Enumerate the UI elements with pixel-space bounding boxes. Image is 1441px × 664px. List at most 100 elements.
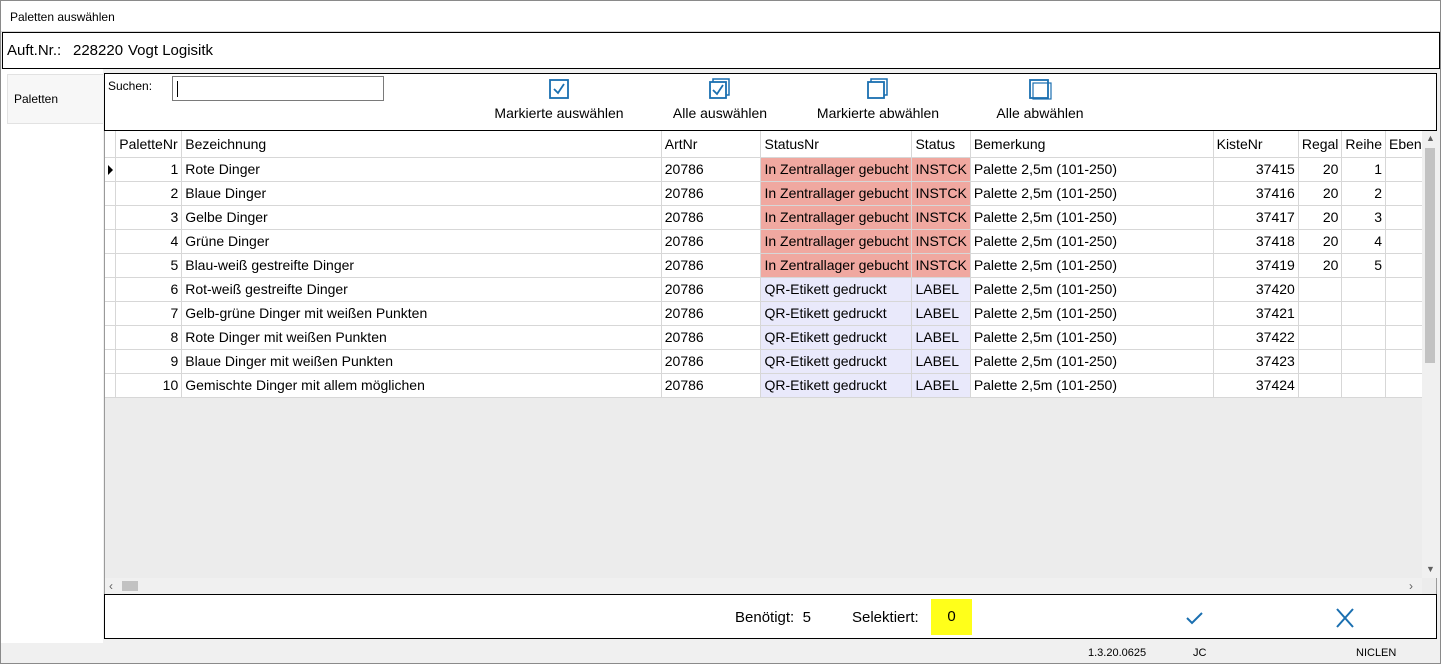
- table-cell[interactable]: [1341, 301, 1387, 326]
- table-cell[interactable]: Palette 2,5m (101-250): [970, 349, 1214, 374]
- row-header[interactable]: [105, 181, 117, 206]
- table-row[interactable]: 2 Blaue Dinger 20786 In Zentrallager gebuch…: [105, 181, 1436, 206]
- column-header[interactable]: Status: [911, 131, 971, 158]
- column-header[interactable]: Reihe: [1341, 131, 1387, 158]
- table-cell[interactable]: 20: [1298, 157, 1343, 182]
- horizontal-scroll-thumb[interactable]: [122, 581, 138, 591]
- tab-paletten[interactable]: Paletten: [7, 74, 103, 124]
- table-cell[interactable]: 20786: [661, 301, 762, 326]
- table-cell[interactable]: In Zentrallager gebucht: [760, 157, 913, 182]
- table-cell[interactable]: QR-Etikett gedruckt: [760, 301, 913, 326]
- table-cell[interactable]: 5: [1341, 253, 1387, 278]
- table-cell[interactable]: 37418: [1213, 229, 1299, 254]
- table-cell[interactable]: 20: [1298, 253, 1343, 278]
- table-cell[interactable]: Gemischte Dinger mit allem möglichen: [181, 373, 662, 398]
- table-cell[interactable]: [1341, 325, 1387, 350]
- deselect-all-button[interactable]: Alle abwählen: [991, 78, 1089, 130]
- table-cell[interactable]: 20786: [661, 277, 762, 302]
- confirm-button[interactable]: [1180, 605, 1210, 631]
- table-cell[interactable]: Palette 2,5m (101-250): [970, 181, 1214, 206]
- table-row[interactable]: 1 Rote Dinger 20786 In Zentrallager gebucht…: [105, 157, 1436, 182]
- table-cell[interactable]: Gelbe Dinger: [181, 205, 662, 230]
- table-cell[interactable]: In Zentrallager gebucht: [760, 181, 913, 206]
- table-cell[interactable]: LABEL: [911, 277, 971, 302]
- row-header[interactable]: [105, 301, 117, 326]
- column-header[interactable]: Regal: [1298, 131, 1343, 158]
- scroll-up-icon[interactable]: ▲: [1426, 133, 1435, 143]
- row-header[interactable]: [105, 157, 117, 182]
- row-header[interactable]: [105, 253, 117, 278]
- mark-deselect-button[interactable]: Markierte abwählen: [811, 78, 945, 130]
- cancel-button[interactable]: [1330, 605, 1360, 631]
- table-cell[interactable]: [1298, 373, 1343, 398]
- table-cell[interactable]: 37420: [1213, 277, 1299, 302]
- table-cell[interactable]: 9: [115, 349, 183, 374]
- mark-select-button[interactable]: Markierte auswählen: [491, 78, 627, 130]
- table-cell[interactable]: [1341, 349, 1387, 374]
- table-cell[interactable]: Gelb-grüne Dinger mit weißen Punkten: [181, 301, 662, 326]
- row-header[interactable]: [105, 373, 117, 398]
- vertical-scroll-thumb[interactable]: [1425, 148, 1435, 363]
- table-cell[interactable]: QR-Etikett gedruckt: [760, 277, 913, 302]
- table-cell[interactable]: 20786: [661, 253, 762, 278]
- table-cell[interactable]: [1298, 301, 1343, 326]
- table-cell[interactable]: 20: [1298, 205, 1343, 230]
- column-header[interactable]: ArtNr: [661, 131, 762, 158]
- table-row[interactable]: 8 Rote Dinger mit weißen Punkten 20786 QR-E…: [105, 325, 1436, 350]
- table-cell[interactable]: QR-Etikett gedruckt: [760, 325, 913, 350]
- column-header[interactable]: Bemerkung: [970, 131, 1214, 158]
- table-cell[interactable]: 20786: [661, 373, 762, 398]
- table-cell[interactable]: INSTCK: [911, 157, 971, 182]
- table-cell[interactable]: Palette 2,5m (101-250): [970, 157, 1214, 182]
- table-cell[interactable]: 20786: [661, 325, 762, 350]
- table-cell[interactable]: 4: [1341, 229, 1387, 254]
- table-cell[interactable]: LABEL: [911, 349, 971, 374]
- table-cell[interactable]: 4: [115, 229, 183, 254]
- scroll-right-icon[interactable]: ›: [1409, 579, 1413, 593]
- table-cell[interactable]: QR-Etikett gedruckt: [760, 349, 913, 374]
- table-cell[interactable]: 20786: [661, 157, 762, 182]
- table-row[interactable]: 10 Gemischte Dinger mit allem möglichen 20…: [105, 373, 1436, 398]
- table-cell[interactable]: 37424: [1213, 373, 1299, 398]
- table-cell[interactable]: Blaue Dinger: [181, 181, 662, 206]
- table-cell[interactable]: 10: [115, 373, 183, 398]
- table-cell[interactable]: Palette 2,5m (101-250): [970, 205, 1214, 230]
- column-header[interactable]: PaletteNr: [115, 131, 183, 158]
- table-cell[interactable]: 20786: [661, 205, 762, 230]
- table-cell[interactable]: 3: [1341, 205, 1387, 230]
- table-cell[interactable]: Rot-weiß gestreifte Dinger: [181, 277, 662, 302]
- table-row[interactable]: 9 Blaue Dinger mit weißen Punkten 20786 QR-…: [105, 349, 1436, 374]
- table-cell[interactable]: INSTCK: [911, 253, 971, 278]
- table-cell[interactable]: 1: [115, 157, 183, 182]
- table-cell[interactable]: Palette 2,5m (101-250): [970, 301, 1214, 326]
- table-row[interactable]: 4 Grüne Dinger 20786 In Zentrallager gebuch…: [105, 229, 1436, 254]
- table-cell[interactable]: 8: [115, 325, 183, 350]
- table-cell[interactable]: [1341, 277, 1387, 302]
- row-header[interactable]: [105, 349, 117, 374]
- table-cell[interactable]: Rote Dinger mit weißen Punkten: [181, 325, 662, 350]
- table-cell[interactable]: 37416: [1213, 181, 1299, 206]
- table-cell[interactable]: 2: [115, 181, 183, 206]
- table-cell[interactable]: 5: [115, 253, 183, 278]
- table-cell[interactable]: LABEL: [911, 373, 971, 398]
- vertical-scrollbar[interactable]: ▲ ▼: [1422, 131, 1438, 578]
- table-cell[interactable]: INSTCK: [911, 229, 971, 254]
- column-header[interactable]: StatusNr: [760, 131, 913, 158]
- row-header[interactable]: [105, 277, 117, 302]
- table-cell[interactable]: INSTCK: [911, 205, 971, 230]
- table-cell[interactable]: LABEL: [911, 301, 971, 326]
- row-header[interactable]: [105, 205, 117, 230]
- column-header[interactable]: KisteNr: [1213, 131, 1299, 158]
- table-cell[interactable]: 1: [1341, 157, 1387, 182]
- table-row[interactable]: 6 Rot-weiß gestreifte Dinger 20786 QR-Etike…: [105, 277, 1436, 302]
- table-cell[interactable]: QR-Etikett gedruckt: [760, 373, 913, 398]
- table-cell[interactable]: Palette 2,5m (101-250): [970, 253, 1214, 278]
- table-cell[interactable]: 20786: [661, 181, 762, 206]
- table-cell[interactable]: In Zentrallager gebucht: [760, 253, 913, 278]
- table-cell[interactable]: In Zentrallager gebucht: [760, 229, 913, 254]
- table-row[interactable]: 5 Blau-weiß gestreifte Dinger 20786 In Zent…: [105, 253, 1436, 278]
- table-row[interactable]: 7 Gelb-grüne Dinger mit weißen Punkten 207…: [105, 301, 1436, 326]
- table-cell[interactable]: [1298, 349, 1343, 374]
- table-cell[interactable]: [1298, 277, 1343, 302]
- table-cell[interactable]: Palette 2,5m (101-250): [970, 277, 1214, 302]
